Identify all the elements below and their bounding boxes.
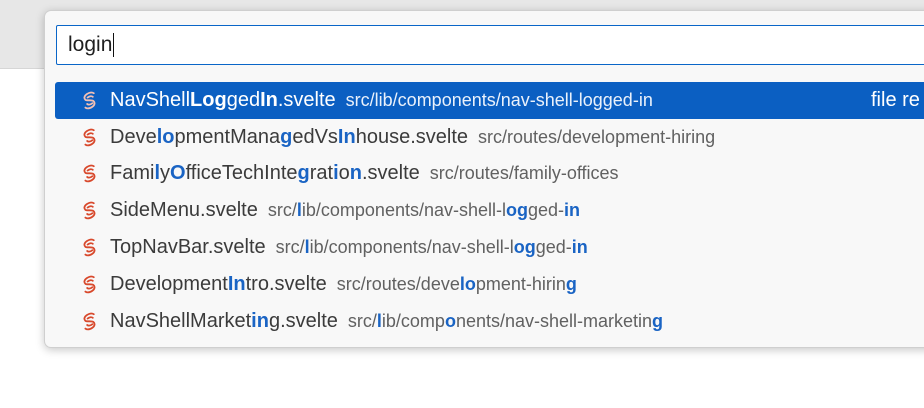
- svelte-file-icon: [81, 164, 99, 184]
- text-segment: tro.svelte: [245, 272, 327, 295]
- text-segment: y: [160, 162, 171, 185]
- match-highlight: O: [170, 162, 186, 185]
- text-segment: ib/components/nav-shell-l: [309, 237, 514, 258]
- text-segment: NavShell: [110, 88, 191, 111]
- result-file-name: TopNavBar.svelte: [110, 236, 266, 259]
- result-file-name: DevelopmentIntro.svelte: [110, 273, 327, 296]
- result-file-path: src/routes/development-hiring: [478, 127, 715, 148]
- match-highlight: In: [337, 125, 356, 148]
- text-segment: src/lib/components/nav-shell-logged-in: [345, 89, 653, 110]
- quick-open-result-row[interactable]: FamilyOfficeTechIntegration.svelte src/ro…: [55, 156, 924, 193]
- text-segment: src/: [347, 310, 377, 331]
- quick-open-result-row[interactable]: SideMenu.svelte src/lib/components/nav-sh…: [55, 192, 924, 229]
- text-segment: rat: [309, 162, 334, 185]
- match-highlight: lo: [156, 125, 175, 148]
- match-highlight: n: [349, 162, 362, 185]
- svelte-file-icon: [81, 127, 99, 147]
- match-highlight: In: [260, 88, 278, 111]
- text-segment: .svelte: [361, 162, 420, 185]
- text-segment: .svelte: [277, 88, 336, 111]
- match-highlight: Log: [190, 88, 227, 111]
- text-segment: o: [338, 162, 350, 185]
- result-file-path: src/lib/components/nav-shell-marketing: [348, 311, 663, 332]
- text-segment: Development: [110, 272, 228, 295]
- quick-open-search-input[interactable]: login: [56, 25, 924, 65]
- svelte-file-icon: [81, 274, 99, 294]
- text-segment: ib/comp: [381, 310, 445, 331]
- result-file-path: src/lib/components/nav-shell-logged-in: [276, 237, 588, 258]
- result-file-name: NavShellMarketing.svelte: [110, 310, 338, 333]
- quick-open-result-row[interactable]: DevelopmentIntro.svelte src/routes/develo…: [55, 266, 924, 303]
- text-segment: TopNavBar.svelte: [110, 236, 266, 259]
- result-file-path: src/lib/components/nav-shell-logged-in: [346, 90, 653, 111]
- quick-open-panel: login NavShellLoggedIn.svelte src/lib/com…: [44, 10, 924, 348]
- text-segment: src/routes/development-hiring: [478, 126, 716, 147]
- text-segment: ged: [226, 88, 261, 111]
- text-segment: ged-: [535, 237, 572, 258]
- text-segment: Deve: [110, 125, 157, 148]
- match-highlight: in: [571, 237, 588, 258]
- result-file-name: DevelopmentManagedVsInhouse.svelte: [110, 126, 468, 149]
- result-file-name: NavShellLoggedIn.svelte: [110, 89, 336, 112]
- result-hint-label: file re: [871, 88, 920, 111]
- result-file-path: src/routes/development-hiring: [337, 274, 577, 295]
- text-segment: src/routes/family-offices: [429, 163, 619, 184]
- text-segment: nents/nav-shell-marketin: [455, 310, 653, 331]
- svelte-file-icon: [81, 90, 99, 110]
- match-highlight: In: [227, 272, 246, 295]
- match-highlight: o: [444, 310, 456, 331]
- text-segment: ged-: [528, 200, 565, 221]
- text-segment: SideMenu.svelte: [110, 199, 258, 222]
- match-highlight: g: [297, 162, 310, 185]
- text-segment: edVs: [292, 125, 338, 148]
- text-segment: pmentMana: [174, 125, 281, 148]
- quick-open-result-row[interactable]: TopNavBar.svelte src/lib/components/nav-s…: [55, 229, 924, 266]
- match-highlight: in: [564, 200, 581, 221]
- quick-open-result-row[interactable]: DevelopmentManagedVsInhouse.svelte src/ro…: [55, 119, 924, 156]
- quick-open-results-list: NavShellLoggedIn.svelte src/lib/component…: [55, 82, 924, 340]
- svelte-file-icon: [81, 311, 99, 331]
- match-highlight: g: [280, 125, 293, 148]
- quick-open-result-row[interactable]: NavShellLoggedIn.svelte src/lib/component…: [55, 82, 924, 119]
- search-input-value: login: [68, 33, 113, 56]
- match-highlight: g: [565, 273, 577, 294]
- text-segment: src/: [267, 200, 297, 221]
- text-segment: fficeTechInte: [185, 162, 298, 185]
- text-segment: src/routes/deve: [336, 273, 460, 294]
- text-segment: NavShellMarket: [110, 309, 252, 332]
- result-file-name: FamilyOfficeTechIntegration.svelte: [110, 162, 420, 185]
- text-segment: g.svelte: [268, 309, 338, 332]
- match-highlight: og: [513, 237, 536, 258]
- quick-open-result-row[interactable]: NavShellMarketing.svelte src/lib/componen…: [55, 303, 924, 340]
- text-segment: src/: [275, 237, 305, 258]
- text-segment: Fami: [110, 162, 155, 185]
- result-file-path: src/routes/family-offices: [430, 163, 619, 184]
- text-segment: house.svelte: [355, 125, 468, 148]
- match-highlight: og: [506, 200, 528, 221]
- svelte-file-icon: [81, 201, 99, 221]
- result-file-name: SideMenu.svelte: [110, 199, 258, 222]
- match-highlight: g: [652, 310, 664, 331]
- text-segment: pment-hirin: [475, 273, 566, 294]
- text-segment: ib/components/nav-shell-l: [301, 200, 506, 221]
- svelte-file-icon: [81, 238, 99, 258]
- result-file-path: src/lib/components/nav-shell-logged-in: [268, 200, 580, 221]
- match-highlight: lo: [459, 273, 476, 294]
- text-caret: [113, 33, 115, 57]
- match-highlight: in: [251, 309, 269, 332]
